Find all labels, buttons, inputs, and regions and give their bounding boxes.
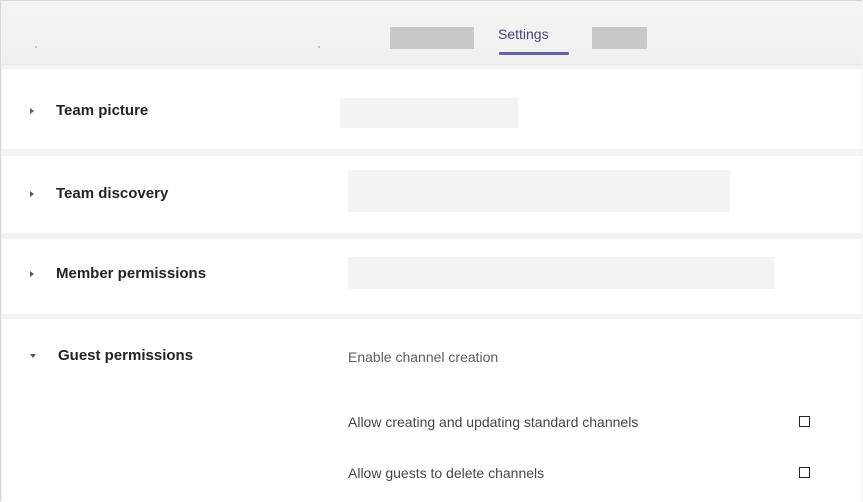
checkbox-icon[interactable] xyxy=(799,467,810,478)
section-header-member-permissions[interactable]: Member permissions xyxy=(30,265,206,282)
section-header-team-picture[interactable]: Team picture xyxy=(30,102,148,119)
section-title: Member permissions xyxy=(56,265,207,282)
tab-settings[interactable]: Settings xyxy=(498,26,549,42)
tab-redacted-left[interactable] xyxy=(390,27,474,49)
option-row-delete-channels: Allow guests to delete channels xyxy=(348,465,818,485)
section-guest-permissions: Guest permissions Enable channel creatio… xyxy=(2,319,862,502)
active-tab-indicator xyxy=(499,52,569,55)
tab-redacted-right[interactable] xyxy=(592,27,647,49)
caret-down-icon xyxy=(30,353,36,358)
caret-right-icon xyxy=(30,107,34,114)
section-header-guest-permissions[interactable]: Guest permissions xyxy=(30,347,193,364)
caret-right-icon xyxy=(30,190,34,197)
section-team-discovery: Team discovery xyxy=(2,156,862,233)
caret-right-icon xyxy=(30,270,34,277)
checkbox-icon[interactable] xyxy=(799,416,810,427)
subheading-enable-channel-creation: Enable channel creation xyxy=(348,349,499,365)
tab-bar: Settings xyxy=(2,2,862,65)
content-placeholder xyxy=(340,98,518,128)
content-placeholder xyxy=(348,170,730,212)
section-team-picture: Team picture xyxy=(2,69,862,149)
section-title: Guest permissions xyxy=(58,347,194,364)
section-title: Team discovery xyxy=(56,185,169,202)
settings-window: Settings Team picture Team discovery Mem… xyxy=(0,0,862,502)
option-label: Allow guests to delete channels xyxy=(348,465,545,481)
section-header-team-discovery[interactable]: Team discovery xyxy=(30,185,168,202)
decorative-dot xyxy=(35,46,37,48)
option-label: Allow creating and updating standard cha… xyxy=(348,414,639,430)
decorative-dot xyxy=(318,46,320,48)
section-member-permissions: Member permissions xyxy=(2,239,862,314)
section-title: Team picture xyxy=(56,102,149,119)
option-row-create-update-channels: Allow creating and updating standard cha… xyxy=(348,414,818,434)
content-placeholder xyxy=(348,257,774,289)
